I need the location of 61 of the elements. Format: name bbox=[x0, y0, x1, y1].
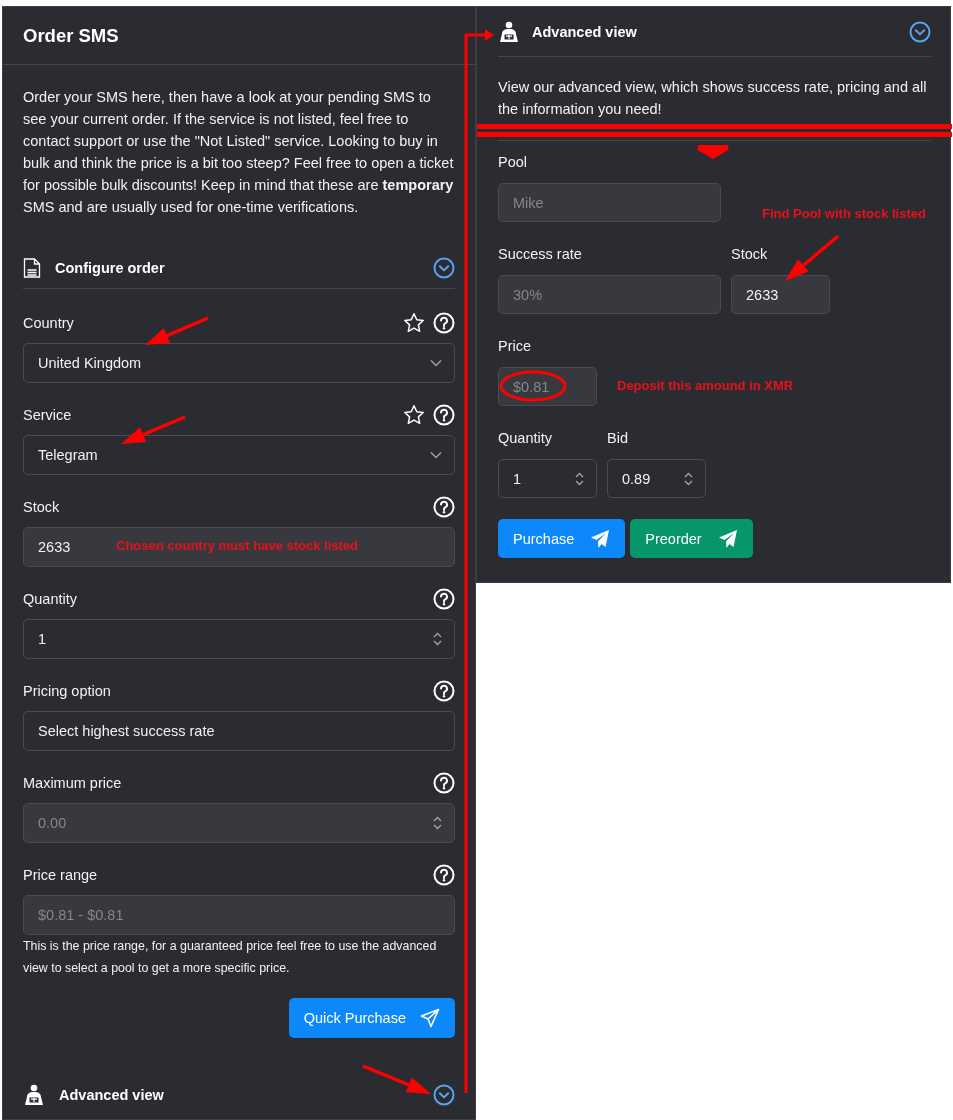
chevron-down-icon[interactable] bbox=[433, 257, 455, 279]
chevron-down-icon[interactable] bbox=[909, 20, 931, 43]
field-label: Price range bbox=[23, 867, 98, 883]
description-text: Order your SMS here, then have a look at your pending SMS to see your current order. If the service is not listed, feel free to contact support or use the "Not Listed" service. Looking to buy in bulk and think the price is a bit too steep? Feel free to open a ticket for possible bulk discounts! Keep in mind that these are temporary SMS and are usually used for one-time verifications. bbox=[23, 88, 455, 217]
help-icon[interactable] bbox=[433, 772, 455, 794]
panel-title: Advanced view bbox=[532, 23, 637, 40]
number-field[interactable]: 0.89 bbox=[607, 459, 706, 498]
star-icon[interactable] bbox=[403, 312, 425, 334]
help-icon[interactable] bbox=[433, 588, 455, 610]
number-field[interactable]: 1 bbox=[23, 619, 455, 659]
help-icon[interactable] bbox=[433, 312, 455, 334]
field-label: Stock bbox=[23, 499, 60, 515]
field-label: Pool bbox=[498, 154, 528, 170]
annotation-text: Find Pool with stock listed bbox=[762, 206, 926, 222]
field-label: Success rate bbox=[498, 246, 582, 262]
annotation-circle bbox=[499, 370, 567, 402]
person-box-icon bbox=[23, 1084, 45, 1106]
spinner-icon[interactable] bbox=[433, 632, 442, 646]
purchase-button[interactable]: Purchase bbox=[498, 519, 626, 558]
field-label: Price bbox=[498, 338, 532, 354]
field-label: Maximum price bbox=[23, 775, 122, 791]
annotation-arrow bbox=[121, 415, 186, 444]
input-field[interactable]: 2633 bbox=[731, 275, 830, 314]
help-icon[interactable] bbox=[433, 496, 455, 518]
field-label: Bid bbox=[607, 430, 628, 446]
star-icon[interactable] bbox=[403, 404, 425, 426]
select-field[interactable]: United Kingdom bbox=[23, 343, 455, 383]
annotation-arrow bbox=[145, 316, 209, 345]
person-box-icon bbox=[498, 20, 520, 43]
quick-purchase-button[interactable]: Quick Purchase bbox=[288, 998, 455, 1038]
panel-title: Order SMS bbox=[23, 24, 119, 47]
chevron-down-icon[interactable] bbox=[433, 1084, 455, 1106]
help-icon[interactable] bbox=[433, 680, 455, 702]
select-field[interactable]: Telegram bbox=[23, 435, 455, 475]
section-title: Advanced view bbox=[59, 1087, 164, 1103]
help-icon[interactable] bbox=[433, 404, 455, 426]
annotation-arrow bbox=[362, 1064, 431, 1094]
annotation-text: Chosen country must have stock listed bbox=[116, 538, 358, 554]
caret-icon bbox=[430, 359, 442, 367]
field-label: Country bbox=[23, 315, 74, 331]
field-label: Pricing option bbox=[23, 683, 111, 699]
paper-plane-icon bbox=[420, 1008, 440, 1028]
preorder-button[interactable]: Preorder bbox=[630, 519, 753, 558]
input-field[interactable]: Select highest success rate bbox=[23, 711, 455, 751]
document-icon bbox=[23, 258, 41, 278]
paper-plane-icon bbox=[717, 528, 738, 549]
help-icon[interactable] bbox=[433, 864, 455, 886]
annotation-text: Deposit this amound in XMR bbox=[617, 378, 794, 394]
help-text: This is the price range, for a guaranteed price feel free to use the advanced view to select a pool to get a more specific price. bbox=[23, 938, 438, 977]
field-label: Service bbox=[23, 407, 72, 423]
field-label: Quantity bbox=[23, 591, 77, 607]
field-label: Quantity bbox=[498, 430, 552, 446]
caret-icon bbox=[430, 451, 442, 459]
section-title: Configure order bbox=[55, 260, 165, 276]
spinner-icon[interactable] bbox=[575, 471, 584, 486]
annotation-arrow bbox=[696, 145, 730, 159]
annotation-arrow bbox=[785, 234, 840, 281]
spinner-icon[interactable] bbox=[684, 471, 693, 486]
field-label: Stock bbox=[731, 246, 768, 262]
number-field[interactable]: 1 bbox=[498, 459, 597, 498]
paper-plane-icon bbox=[590, 528, 611, 549]
